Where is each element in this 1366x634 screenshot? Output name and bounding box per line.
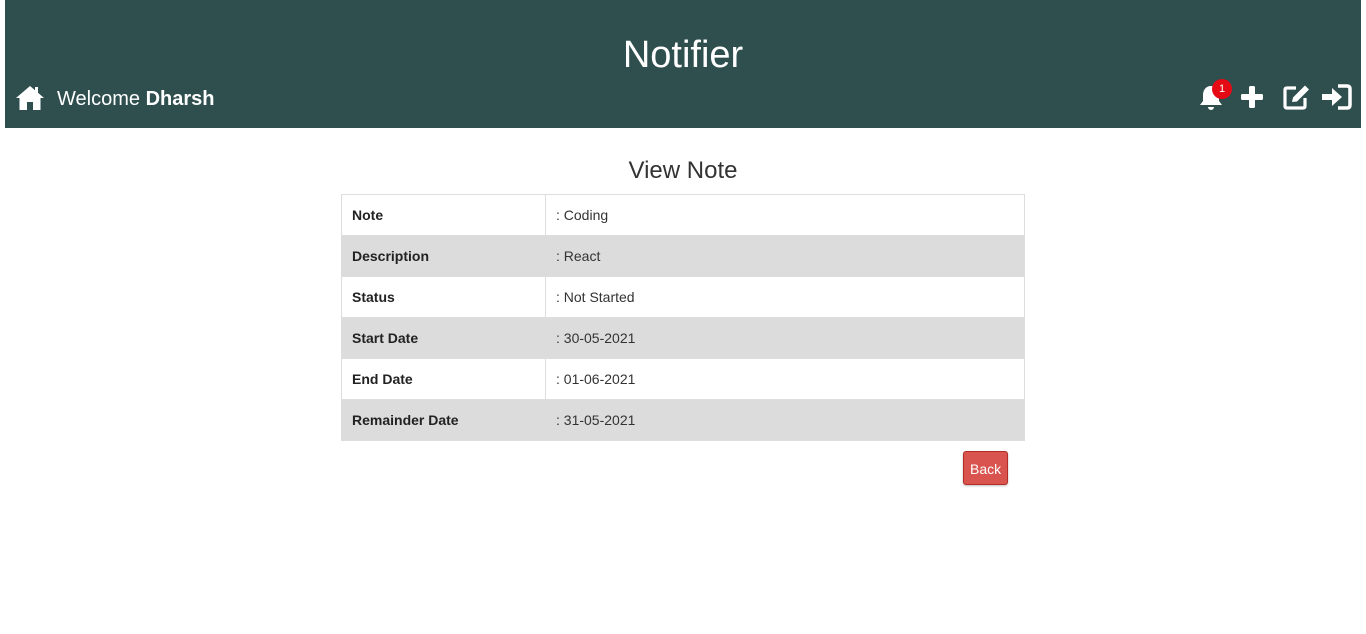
row-label: Description — [341, 235, 546, 277]
home-icon[interactable] — [15, 84, 45, 112]
row-value: : 01-06-2021 — [545, 358, 1025, 400]
row-label: Remainder Date — [341, 399, 546, 441]
notification-badge: 1 — [1212, 79, 1232, 99]
table-row: Note : Coding — [341, 194, 1025, 236]
sign-in-icon[interactable] — [1320, 83, 1352, 111]
row-label: Status — [341, 276, 546, 318]
row-label: End Date — [341, 358, 546, 400]
user-name: Dharsh — [145, 88, 215, 110]
back-button[interactable]: Back — [963, 451, 1008, 485]
row-value: : Coding — [556, 207, 609, 223]
table-row: Description : React — [341, 235, 1025, 277]
welcome-prefix: Welcome — [57, 88, 140, 110]
page-title: View Note — [628, 157, 738, 184]
welcome-text: Welcome Dharsh — [57, 87, 214, 111]
table-row: Start Date : 30-05-2021 — [341, 317, 1025, 359]
row-label: Start Date — [341, 317, 546, 359]
table-row: Remainder Date : 31-05-2021 — [341, 399, 1025, 441]
row-value: : 31-05-2021 — [545, 399, 1025, 441]
row-value: : 30-05-2021 — [545, 317, 1025, 359]
app-title: Notifier — [622, 34, 744, 76]
plus-icon[interactable] — [1239, 84, 1265, 110]
table-row: Status : Not Started — [341, 276, 1025, 318]
app-header: Notifier Welcome Dharsh 1 — [5, 0, 1361, 128]
table-row: End Date : 01-06-2021 — [341, 358, 1025, 400]
note-details-table: Note : Coding Description : React Status… — [341, 194, 1025, 441]
row-label: Note — [341, 194, 546, 236]
edit-icon[interactable] — [1282, 83, 1311, 111]
row-value: : Not Started — [545, 276, 1025, 318]
row-value: : React — [545, 235, 1025, 277]
